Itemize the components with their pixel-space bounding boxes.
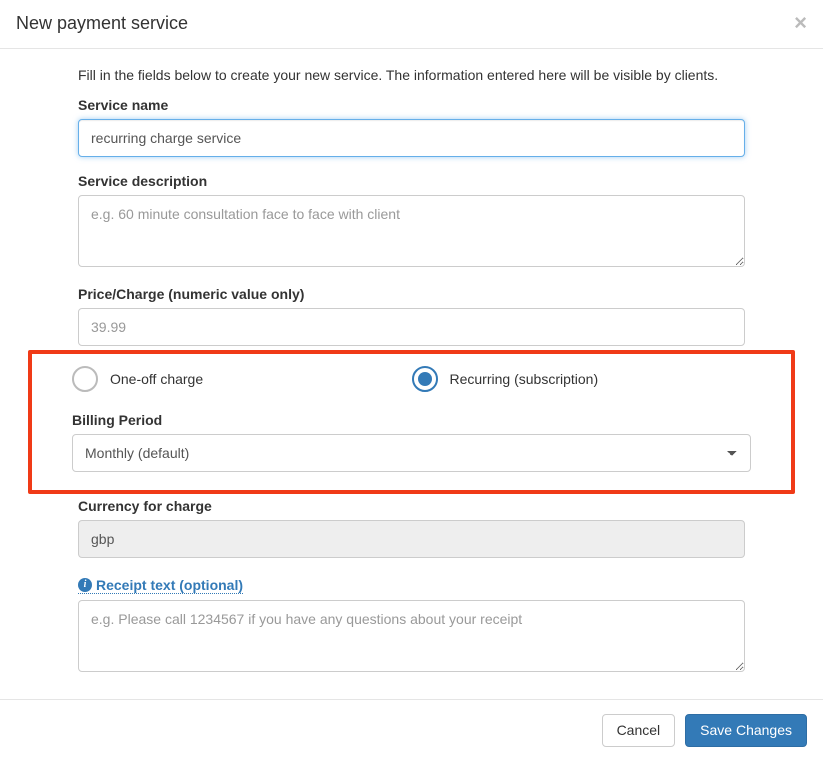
one-off-radio[interactable]: One-off charge <box>72 366 412 392</box>
close-button[interactable]: × <box>794 12 807 34</box>
service-description-input[interactable] <box>78 195 745 267</box>
modal-footer: Cancel Save Changes <box>0 699 823 761</box>
billing-period-group: Billing Period Monthly (default) <box>72 412 751 472</box>
cancel-button[interactable]: Cancel <box>602 714 676 747</box>
currency-group: Currency for charge <box>78 498 745 558</box>
currency-input <box>78 520 745 558</box>
modal-header: New payment service × <box>0 0 823 49</box>
radio-circle-icon <box>72 366 98 392</box>
billing-period-label: Billing Period <box>72 412 751 428</box>
one-off-label: One-off charge <box>110 371 203 387</box>
service-name-group: Service name <box>78 97 745 157</box>
intro-text: Fill in the fields below to create your … <box>78 67 745 83</box>
recurring-radio[interactable]: Recurring (subscription) <box>412 366 752 392</box>
price-group: Price/Charge (numeric value only) <box>78 286 745 346</box>
radio-circle-selected-icon <box>412 366 438 392</box>
service-name-label: Service name <box>78 97 745 113</box>
service-description-label: Service description <box>78 173 745 189</box>
charge-type-row: One-off charge Recurring (subscription) <box>72 366 751 392</box>
receipt-label[interactable]: i Receipt text (optional) <box>78 577 243 594</box>
service-name-input[interactable] <box>78 119 745 157</box>
price-input[interactable] <box>78 308 745 346</box>
price-label: Price/Charge (numeric value only) <box>78 286 745 302</box>
receipt-text-input[interactable] <box>78 600 745 672</box>
receipt-group: i Receipt text (optional) <box>78 574 745 675</box>
save-button[interactable]: Save Changes <box>685 714 807 747</box>
receipt-label-text: Receipt text (optional) <box>96 577 243 593</box>
info-icon: i <box>78 578 92 592</box>
modal-body: Fill in the fields below to create your … <box>0 49 823 699</box>
recurring-label: Recurring (subscription) <box>450 371 599 387</box>
currency-label: Currency for charge <box>78 498 745 514</box>
service-description-group: Service description <box>78 173 745 270</box>
charge-type-highlight: One-off charge Recurring (subscription) … <box>28 350 795 494</box>
billing-period-select[interactable]: Monthly (default) <box>72 434 751 472</box>
modal-title: New payment service <box>16 13 188 34</box>
